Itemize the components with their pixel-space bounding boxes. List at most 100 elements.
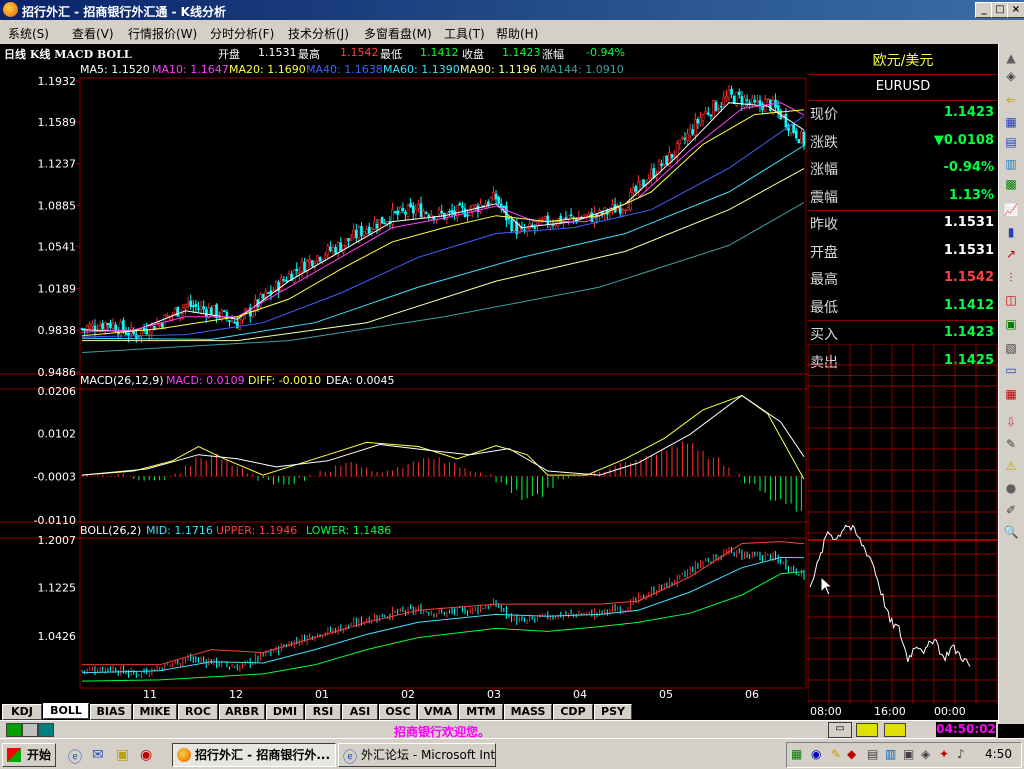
tab-bias[interactable]: BIAS bbox=[90, 704, 132, 720]
chart-window-icon[interactable]: ◫ bbox=[1003, 292, 1019, 308]
menu-multiwindow[interactable]: 多窗看盘(M) bbox=[364, 25, 432, 42]
tray-icon-6[interactable]: ▥ bbox=[885, 747, 896, 761]
tab-asi[interactable]: ASI bbox=[342, 704, 378, 720]
candle-body bbox=[468, 209, 472, 216]
ma-line-ma60 bbox=[81, 145, 805, 340]
candle-body bbox=[357, 227, 361, 239]
tab-kdj[interactable]: KDJ bbox=[2, 704, 42, 720]
quote-row: 现价 1.1423 bbox=[808, 100, 998, 127]
monitor-status-icon: ▭ bbox=[828, 722, 852, 738]
desktop-icon[interactable]: ▣ bbox=[116, 747, 129, 763]
tab-rsi[interactable]: RSI bbox=[305, 704, 341, 720]
quote-label: 涨跌 bbox=[810, 134, 838, 151]
menu-system[interactable]: 系统(S) bbox=[8, 25, 49, 42]
change-label: 涨幅 bbox=[542, 48, 564, 61]
menu-quotes[interactable]: 行情报价(W) bbox=[128, 25, 197, 42]
status-clock: 04:50:02 bbox=[936, 722, 996, 737]
line-chart-icon[interactable]: 📈 bbox=[1003, 202, 1019, 218]
macd-dea: DEA: 0.0045 bbox=[326, 374, 395, 387]
warning-icon[interactable]: ⚠ bbox=[1003, 458, 1019, 474]
start-button[interactable]: 开始 bbox=[2, 743, 56, 767]
menu-technical[interactable]: 技术分析(J) bbox=[288, 25, 349, 42]
arrow-left-icon[interactable]: ⇐ bbox=[1003, 92, 1019, 108]
chart-area[interactable]: 1.1932 1.1589 1.1237 1.0885 1.0541 1.0189 0.98… bbox=[0, 44, 808, 704]
menu-view[interactable]: 查看(V) bbox=[72, 25, 114, 42]
candle-body bbox=[784, 113, 788, 128]
tray-icon-1[interactable]: ▦ bbox=[791, 747, 802, 761]
tab-vma[interactable]: VMA bbox=[418, 704, 458, 720]
candle-body bbox=[634, 186, 638, 192]
scroll-up-icon[interactable]: ▲ bbox=[1003, 50, 1019, 66]
candle-body bbox=[124, 331, 128, 335]
settings-icon[interactable]: ▧ bbox=[1003, 340, 1019, 356]
candle-body bbox=[585, 214, 588, 217]
trend-icon[interactable]: ↗ bbox=[1003, 246, 1019, 262]
signal-icon bbox=[856, 723, 878, 737]
candle-body bbox=[450, 209, 454, 214]
candle-body bbox=[699, 117, 702, 126]
app-quick-icon[interactable]: ◉ bbox=[140, 747, 152, 763]
bar-chart-icon[interactable]: ▮ bbox=[1003, 224, 1019, 240]
tab-mike[interactable]: MIKE bbox=[133, 704, 177, 720]
task-forex-app[interactable]: 招行外汇 - 招商银行外... bbox=[172, 743, 336, 767]
candle-body bbox=[776, 105, 780, 112]
close-button[interactable]: × bbox=[1007, 2, 1024, 18]
intraday-chart[interactable] bbox=[808, 344, 998, 704]
task-forum-browser[interactable]: ⓔ 外汇论坛 - Microsoft Int... bbox=[338, 743, 496, 767]
kline-icon[interactable]: ⫶ bbox=[1003, 270, 1019, 286]
monitor-icon[interactable]: ▭ bbox=[1003, 362, 1019, 378]
calc-icon[interactable]: ▦ bbox=[1003, 386, 1019, 402]
menu-tools[interactable]: 工具(T) bbox=[444, 25, 485, 42]
tab-osc[interactable]: OSC bbox=[379, 704, 417, 720]
quote-value: -0.94% bbox=[943, 160, 995, 175]
candle-body bbox=[730, 88, 733, 95]
tab-mass[interactable]: MASS bbox=[504, 704, 552, 720]
boll-lower: LOWER: 1.1486 bbox=[306, 524, 392, 537]
candle-body bbox=[650, 169, 653, 179]
tray-icon-4[interactable]: ◆ bbox=[847, 747, 856, 761]
candle-body bbox=[440, 211, 444, 214]
boll-line-upper bbox=[82, 541, 805, 666]
menu-intraday[interactable]: 分时分析(F) bbox=[210, 25, 274, 42]
download-icon[interactable]: ⇩ bbox=[1003, 414, 1019, 430]
pen-icon[interactable]: ✎ bbox=[1003, 436, 1019, 452]
tray-icon-7[interactable]: ▣ bbox=[903, 747, 914, 761]
tab-arbr[interactable]: ARBR bbox=[219, 704, 265, 720]
candle-body bbox=[756, 100, 759, 103]
search-icon[interactable]: 🔍 bbox=[1003, 524, 1019, 540]
tray-icon-2[interactable]: ◉ bbox=[811, 747, 821, 761]
list-icon[interactable]: ▦ bbox=[1003, 114, 1019, 130]
ie-icon[interactable]: ⓔ bbox=[68, 747, 82, 767]
outlook-icon[interactable]: ✉ bbox=[92, 747, 104, 763]
table-icon[interactable]: ▥ bbox=[1003, 156, 1019, 172]
doc-icon[interactable]: ▤ bbox=[1003, 134, 1019, 150]
tab-roc[interactable]: ROC bbox=[178, 704, 218, 720]
tray-icon-3[interactable]: ✎ bbox=[831, 747, 841, 761]
tab-mtm[interactable]: MTM bbox=[459, 704, 503, 720]
tab-boll[interactable]: BOLL bbox=[43, 703, 89, 719]
volume-icon[interactable]: ♪ bbox=[957, 747, 965, 761]
browser-icon: ⓔ bbox=[343, 750, 357, 766]
candle-body bbox=[91, 323, 94, 327]
draw-icon[interactable]: ✐ bbox=[1003, 502, 1019, 518]
candle-body bbox=[375, 224, 379, 229]
candle-body bbox=[166, 315, 169, 318]
tray-icon-9[interactable]: ✦ bbox=[939, 747, 949, 761]
tab-dmi[interactable]: DMI bbox=[266, 704, 304, 720]
tray-icon-8[interactable]: ◈ bbox=[921, 747, 930, 761]
candle-body bbox=[639, 180, 643, 185]
candle-body bbox=[88, 324, 92, 329]
circle-icon[interactable]: ● bbox=[1003, 480, 1019, 496]
boll-name: BOLL(26,2) bbox=[80, 524, 142, 537]
tab-cdp[interactable]: CDP bbox=[553, 704, 593, 720]
tab-psy[interactable]: PSY bbox=[594, 704, 632, 720]
panel-icon[interactable]: ▣ bbox=[1003, 316, 1019, 332]
menu-help[interactable]: 帮助(H) bbox=[496, 25, 538, 42]
status-indicator-icon-3 bbox=[38, 723, 54, 737]
candle-body bbox=[802, 131, 806, 146]
tray-icon-5[interactable]: ▤ bbox=[867, 747, 878, 761]
candle-body bbox=[437, 209, 441, 215]
zoom-icon[interactable]: ◈ bbox=[1003, 68, 1019, 84]
candle-body bbox=[743, 97, 746, 108]
grid-icon[interactable]: ▩ bbox=[1003, 176, 1019, 192]
